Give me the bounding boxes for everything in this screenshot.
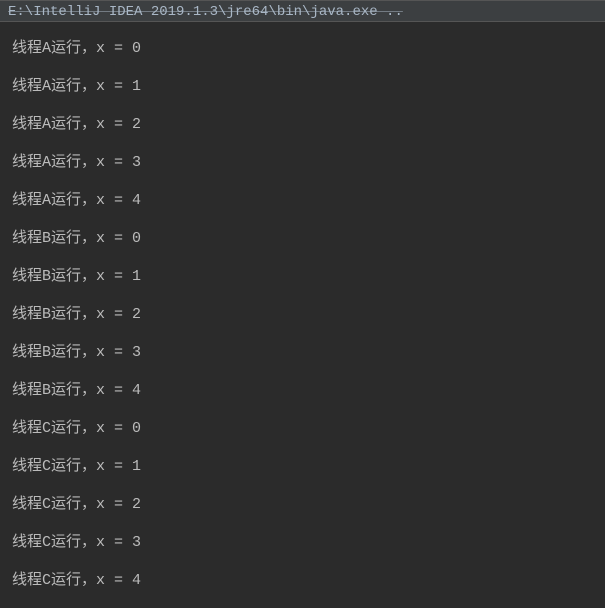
output-line: 线程B运行，x = 0 [12,220,593,258]
output-line: 线程A运行，x = 2 [12,106,593,144]
output-line: 线程A运行，x = 4 [12,182,593,220]
output-line: 线程C运行，x = 0 [12,410,593,448]
output-line: 线程B运行，x = 1 [12,258,593,296]
output-line: 线程B运行，x = 2 [12,296,593,334]
output-line: 线程B运行，x = 3 [12,334,593,372]
console-output-area[interactable]: 线程A运行，x = 0 线程A运行，x = 1 线程A运行，x = 2 线程A运… [0,22,605,608]
output-line: 线程A运行，x = 0 [12,30,593,68]
command-header: E:\IntelliJ IDEA 2019.1.3\jre64\bin\java… [0,0,605,22]
output-line: 线程C运行，x = 3 [12,524,593,562]
output-line: 线程A运行，x = 1 [12,68,593,106]
output-line: 线程C运行，x = 4 [12,562,593,600]
output-line: 线程C运行，x = 2 [12,486,593,524]
console-container: E:\IntelliJ IDEA 2019.1.3\jre64\bin\java… [0,0,605,607]
output-line: 线程A运行，x = 3 [12,144,593,182]
output-line: 线程C运行，x = 1 [12,448,593,486]
output-line: 线程B运行，x = 4 [12,372,593,410]
